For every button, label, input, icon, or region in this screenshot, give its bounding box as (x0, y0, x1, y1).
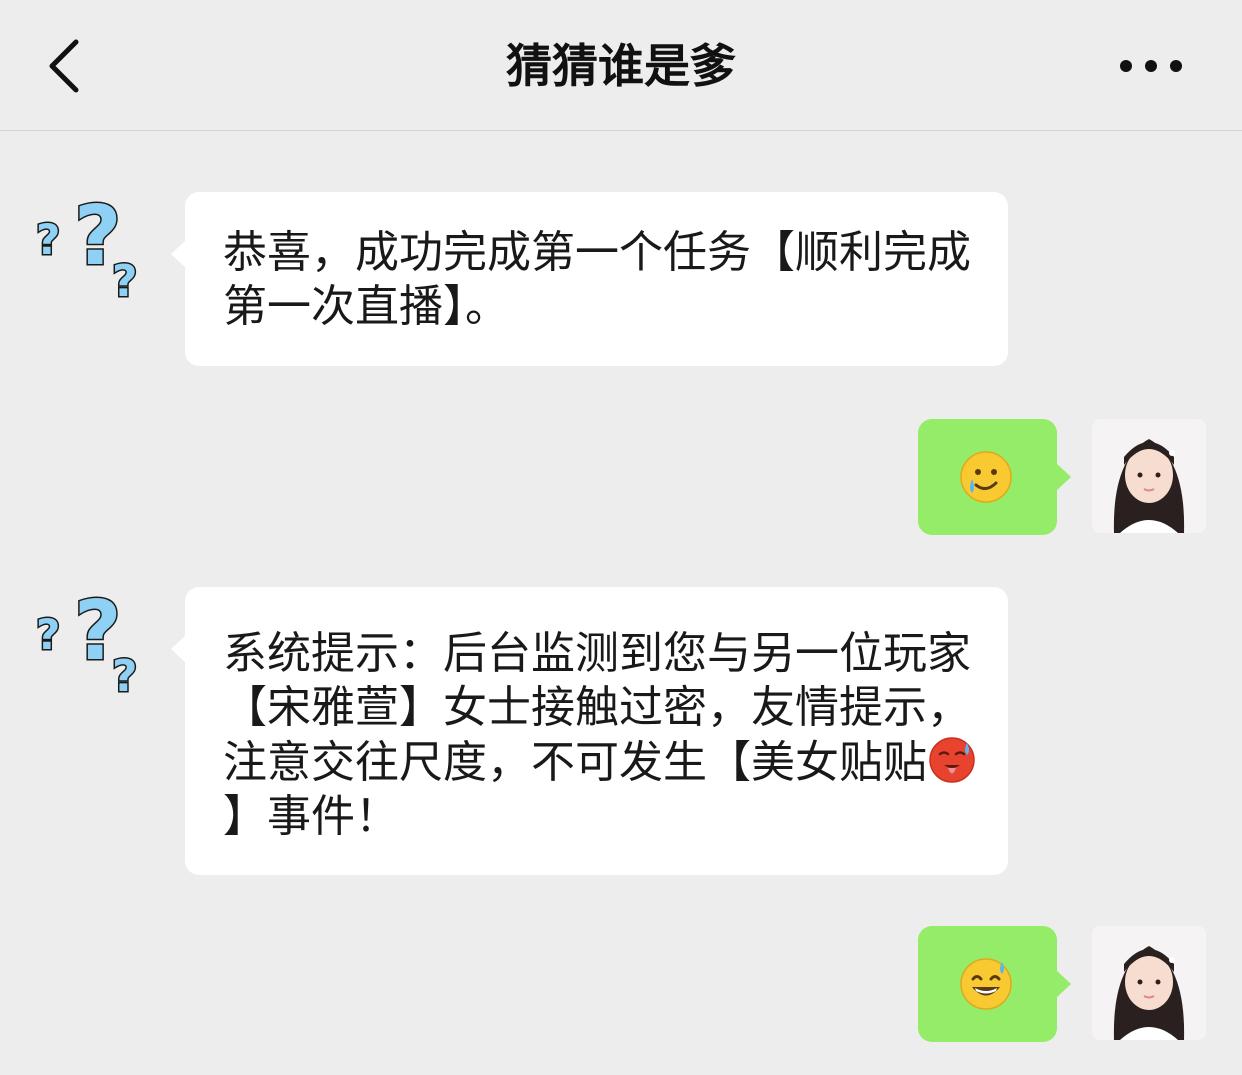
question-marks-avatar-icon: ? ? ? (36, 587, 139, 701)
girl-avatar-icon (1092, 926, 1206, 1040)
sender-avatar-question-marks[interactable]: ? ? ? (36, 587, 150, 701)
grinning-face-with-sweat-emoji (960, 958, 1012, 1010)
chat-title: 猜猜谁是爹 (506, 39, 736, 93)
message-text-after-emoji: 】事件！ (223, 791, 399, 842)
chat-header: 猜猜谁是爹 (0, 0, 1242, 131)
message-text-before-emoji: 系统提示：后台监测到您与另一位玩家【宋雅萱】女士接触过密，友情提示，注意交往尺度… (223, 628, 971, 788)
svg-text:?: ? (36, 215, 60, 264)
svg-text:?: ? (112, 651, 138, 701)
svg-text:?: ? (36, 610, 60, 659)
girl-avatar-icon (1092, 419, 1206, 533)
user-avatar-girl[interactable] (1092, 926, 1206, 1040)
smiling-face-with-tear-emoji (960, 451, 1012, 503)
message-text: 恭喜，成功完成第一个任务【顺利完成第一次直播】。 (223, 227, 971, 332)
question-marks-avatar-icon: ? ? ? (36, 192, 139, 306)
chat-screen: 猜猜谁是爹 ? ? ? 恭喜，成功完成第一个任务【顺利完成第一次直播】。 ? ?… (0, 0, 1242, 1075)
sender-avatar-question-marks[interactable]: ? ? ? (36, 192, 150, 306)
message-bubble-sent[interactable] (918, 419, 1071, 535)
hot-face-emoji (929, 737, 975, 783)
message-bubble-sent[interactable] (918, 926, 1071, 1042)
svg-text:?: ? (112, 256, 138, 306)
message-bubble-received[interactable]: 恭喜，成功完成第一个任务【顺利完成第一次直播】。 (171, 192, 1008, 366)
user-avatar-girl[interactable] (1092, 419, 1206, 533)
more-options-button[interactable] (1116, 44, 1186, 88)
message-bubble-received[interactable]: 系统提示：后台监测到您与另一位玩家【宋雅萱】女士接触过密，友情提示，注意交往尺度… (171, 587, 1008, 875)
more-dots-icon (1120, 60, 1182, 72)
